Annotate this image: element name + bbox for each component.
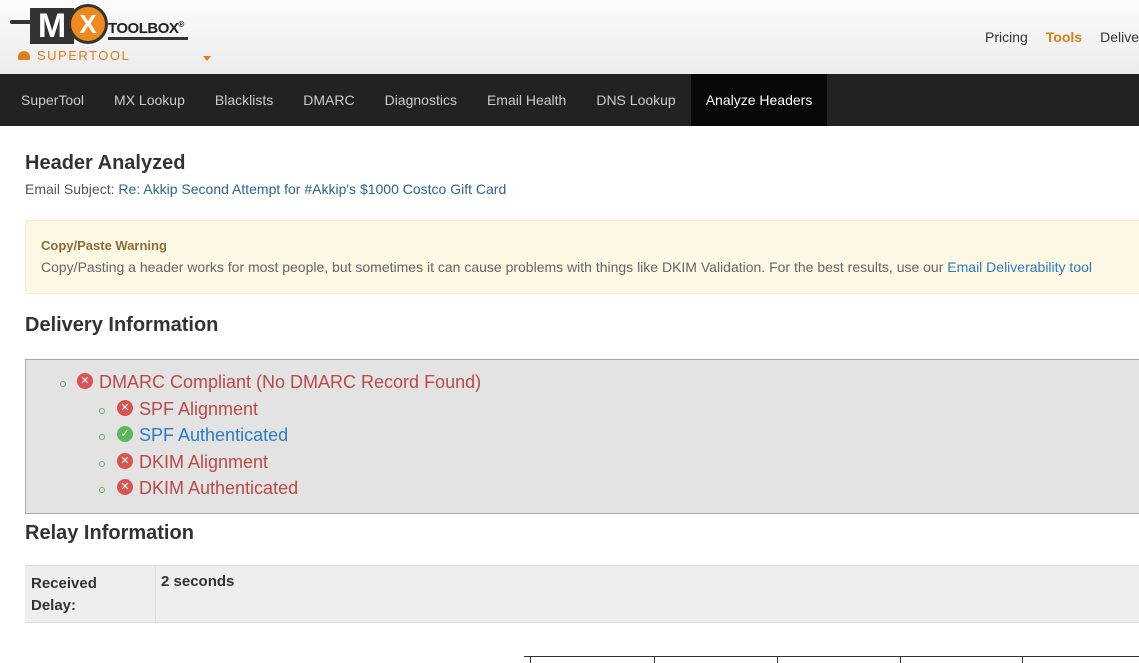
caret-down-icon[interactable] [203,56,211,61]
warning-text: Copy/Pasting a header works for most peo… [41,259,1092,275]
delivery-item-label[interactable]: SPF Alignment [139,397,258,422]
bullet-icon [99,434,105,440]
main-nav: SuperTool MX Lookup Blacklists DMARC Dia… [0,74,1139,126]
check-circle-icon: ✓ [117,426,133,442]
nav-tab-email-health[interactable]: Email Health [472,74,581,126]
delivery-item-spf-alignment: ✕ SPF Alignment [56,397,1139,424]
delivery-results: ✕ DMARC Compliant (No DMARC Record Found… [25,359,1139,514]
nav-tab-analyze-headers[interactable]: Analyze Headers [690,74,828,126]
nav-tab-dmarc[interactable]: DMARC [288,74,369,126]
supertool-icon [18,51,30,60]
delivery-item-spf-authenticated: ✓ SPF Authenticated [56,423,1139,450]
supertool-menu[interactable]: SUPERTOOL [18,48,130,63]
logo-toolbox-text: TOOLBOX® [108,20,188,40]
page-title: Header Analyzed [25,152,186,174]
times-circle-icon: ✕ [117,452,133,469]
delivery-item-label[interactable]: DMARC Compliant (No DMARC Record Found) [99,370,481,395]
email-subject-label: Email Subject: [25,181,115,197]
delivery-item-label[interactable]: SPF Authenticated [139,423,288,448]
top-header: M X TOOLBOX® SUPERTOOL Pricing Tools Deliv… [0,0,1139,75]
relay-delay-row: Received Delay: 2 seconds [25,565,1139,623]
times-circle-icon: ✕ [117,479,133,495]
toplink-delivery[interactable]: Delive [1100,29,1139,45]
logo-x: X [68,4,108,44]
delivery-item-dkim-authenticated: ✕ DKIM Authenticated [56,476,1139,503]
warning-title: Copy/Paste Warning [41,238,167,253]
delivery-title: Delivery Information [25,314,219,336]
top-links: Pricing Tools Delive [985,29,1139,45]
nav-tab-supertool[interactable]: SuperTool [0,74,99,126]
delivery-item-dkim-alignment: ✕ DKIM Alignment [56,450,1139,477]
received-delay-label: Received Delay: [31,575,97,614]
bullet-icon [99,487,105,493]
nav-tab-blacklists[interactable]: Blacklists [200,74,288,126]
email-deliverability-link[interactable]: Email Deliverability tool [947,259,1092,275]
nav-tab-dns-lookup[interactable]: DNS Lookup [581,74,690,126]
copy-paste-warning: Copy/Paste Warning Copy/Pasting a header… [25,220,1139,294]
delivery-item-label[interactable]: DKIM Alignment [139,450,268,475]
bullet-icon [60,381,66,387]
received-delay-value: 2 seconds [161,573,235,590]
supertool-label: SUPERTOOL [37,48,131,63]
nav-tab-diagnostics[interactable]: Diagnostics [370,74,472,126]
delivery-item-label[interactable]: DKIM Authenticated [139,476,298,501]
toplink-pricing[interactable]: Pricing [985,29,1028,45]
email-subject-value: Re: Akkip Second Attempt for #Akkip's $1… [118,181,507,197]
times-circle-icon: ✕ [77,373,93,389]
toplink-tools[interactable]: Tools [1046,29,1082,45]
bullet-icon [99,407,105,414]
bullet-icon [99,460,105,467]
email-subject: Email Subject: Re: Akkip Second Attempt … [25,181,1139,197]
relay-title: Relay Information [25,522,194,544]
delivery-item-dmarc: ✕ DMARC Compliant (No DMARC Record Found… [56,370,1139,397]
main-content: Header Analyzed Email Subject: Re: Akkip… [25,126,1139,623]
logo-handle [10,20,32,24]
table-divider [155,566,156,622]
times-circle-icon: ✕ [117,399,133,416]
nav-tab-mx-lookup[interactable]: MX Lookup [99,74,200,126]
